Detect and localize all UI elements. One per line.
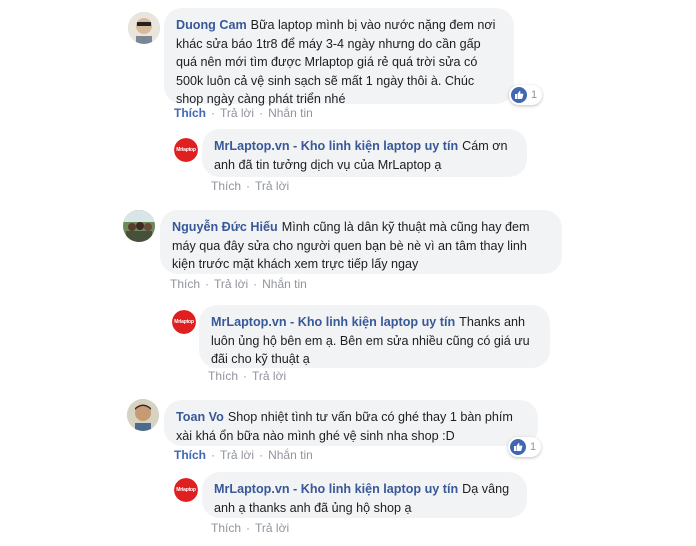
- message-link[interactable]: Nhắn tin: [268, 448, 313, 462]
- reaction-count-number: 1: [530, 441, 537, 453]
- comment-actions: Thích · Trả lời · Nhắn tin: [174, 106, 313, 120]
- reply-link[interactable]: Trả lời: [214, 277, 248, 291]
- reaction-count[interactable]: 1: [509, 85, 543, 105]
- shop-avatar[interactable]: Mrlaptop: [174, 138, 198, 162]
- like-reaction-icon: [511, 87, 527, 103]
- reaction-count-number: 1: [531, 89, 538, 101]
- reply-bubble: MrLaptop.vn - Kho linh kiện laptop uy tí…: [199, 305, 550, 368]
- like-link[interactable]: Thích: [211, 521, 241, 535]
- comment-actions: Thích · Trả lời · Nhắn tin: [174, 448, 313, 462]
- comment-author[interactable]: Nguyễn Đức Hiếu: [172, 220, 278, 234]
- like-link[interactable]: Thích: [174, 106, 206, 120]
- reaction-count[interactable]: 1: [508, 437, 542, 457]
- shop-logo-icon: Mrlaptop: [172, 310, 196, 334]
- reply-link[interactable]: Trả lời: [252, 369, 286, 383]
- like-link[interactable]: Thích: [211, 179, 241, 193]
- avatar[interactable]: [123, 210, 155, 242]
- shop-avatar[interactable]: Mrlaptop: [174, 478, 198, 502]
- comment-author[interactable]: Toan Vo: [176, 410, 224, 424]
- reply-link[interactable]: Trả lời: [220, 106, 254, 120]
- comment-bubble: Toan Vo Shop nhiệt tình tư vấn bữa có ghé…: [164, 400, 538, 446]
- like-link[interactable]: Thích: [170, 277, 200, 291]
- avatar[interactable]: [127, 399, 159, 431]
- avatar-image-icon: [123, 210, 155, 242]
- avatar[interactable]: [128, 12, 160, 44]
- reply-link[interactable]: Trả lời: [220, 448, 254, 462]
- reply-bubble: MrLaptop.vn - Kho linh kiện laptop uy tí…: [202, 129, 527, 177]
- message-link[interactable]: Nhắn tin: [268, 106, 313, 120]
- reply-bubble: MrLaptop.vn - Kho linh kiện laptop uy tí…: [202, 472, 527, 518]
- message-link[interactable]: Nhắn tin: [262, 277, 307, 291]
- like-reaction-icon: [510, 439, 526, 455]
- reply-actions: Thích · Trả lời: [208, 369, 287, 383]
- comment-author[interactable]: Duong Cam: [176, 18, 247, 32]
- comment-actions: Thích · Trả lời · Nhắn tin: [170, 277, 307, 291]
- shop-logo-icon: Mrlaptop: [174, 478, 198, 502]
- avatar-image-icon: [127, 399, 159, 431]
- reply-actions: Thích · Trả lời: [211, 521, 290, 535]
- comment-text: Shop nhiệt tình tư vấn bữa có ghé thay 1…: [176, 410, 513, 443]
- reply-link[interactable]: Trả lời: [255, 179, 289, 193]
- shop-avatar[interactable]: Mrlaptop: [172, 310, 196, 334]
- reply-link[interactable]: Trả lời: [255, 521, 289, 535]
- reply-author[interactable]: MrLaptop.vn - Kho linh kiện laptop uy tí…: [214, 139, 458, 153]
- comment-bubble: Nguyễn Đức Hiếu Mình cũng là dân kỹ thuật…: [160, 210, 562, 274]
- like-link[interactable]: Thích: [174, 448, 206, 462]
- comment-bubble: Duong Cam Bữa laptop mình bị vào nước nặn…: [164, 8, 514, 106]
- like-link[interactable]: Thích: [208, 369, 238, 383]
- reply-actions: Thích · Trả lời: [211, 179, 290, 193]
- reply-author[interactable]: MrLaptop.vn - Kho linh kiện laptop uy tí…: [214, 482, 458, 496]
- avatar-image-icon: [128, 12, 160, 44]
- reply-author[interactable]: MrLaptop.vn - Kho linh kiện laptop uy tí…: [211, 315, 455, 329]
- shop-logo-icon: Mrlaptop: [174, 138, 198, 162]
